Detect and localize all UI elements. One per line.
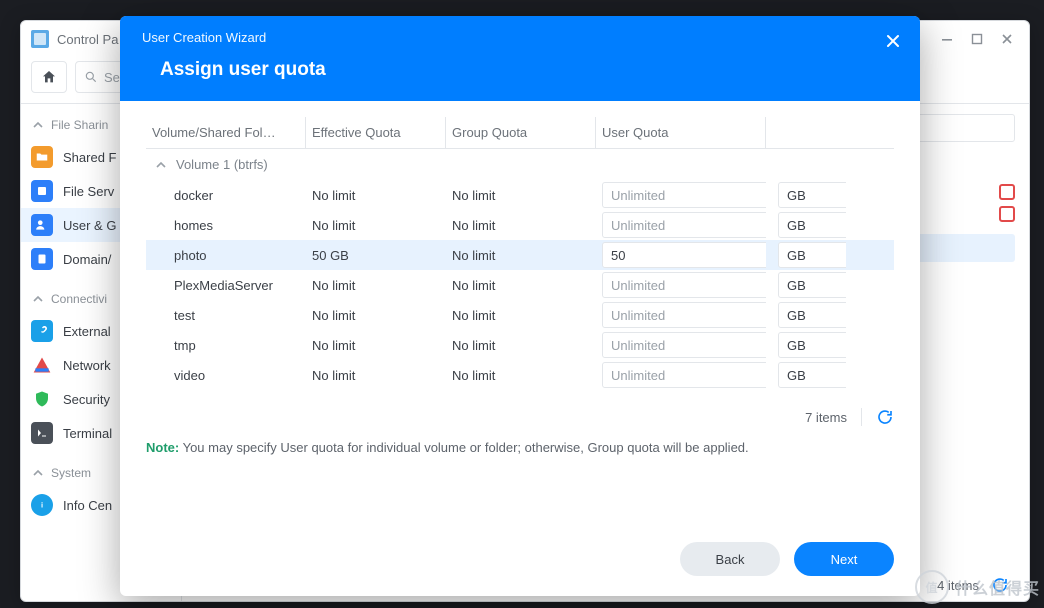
cell-folder: photo [146,248,306,263]
col-effective[interactable]: Effective Quota [306,117,446,148]
user-quota-input[interactable] [602,332,766,358]
back-button[interactable]: Back [680,542,780,576]
table-row[interactable]: dockerNo limitNo limitGB▾ [146,180,894,210]
table-header: Volume/Shared Fol… Effective Quota Group… [146,117,894,149]
volume-label: Volume 1 (btrfs) [176,157,268,172]
unit-select[interactable]: GB▾ [778,332,846,358]
cell-unit: GB▾ [766,212,846,238]
cell-effective: No limit [306,338,446,353]
cell-user [596,212,766,238]
wizard-actions: Back Next [120,524,920,596]
cell-unit: GB▾ [766,302,846,328]
note-label: Note: [146,440,179,455]
refresh-icon [876,408,894,426]
cell-effective: No limit [306,188,446,203]
cell-group: No limit [446,248,596,263]
watermark-icon: 值 [915,570,949,604]
cell-folder: test [146,308,306,323]
wizard-close-button[interactable] [880,28,906,54]
user-quota-input[interactable] [602,272,766,298]
cell-unit: GB▾ [766,182,846,208]
watermark: 值 什么值得买 [915,570,1040,604]
col-unit [766,125,846,141]
cell-unit: GB▾ [766,272,846,298]
wizard-body: Volume/Shared Fol… Effective Quota Group… [120,101,920,524]
unit-select[interactable]: GB▾ [778,182,846,208]
cell-effective: 50 GB [306,248,446,263]
cell-unit: GB▾ [766,362,846,388]
quota-note: Note: You may specify User quota for ind… [146,440,894,455]
quota-table: Volume/Shared Fol… Effective Quota Group… [146,117,894,390]
col-user[interactable]: User Quota [596,117,766,148]
watermark-text: 什么值得买 [955,575,1040,599]
table-row[interactable]: testNo limitNo limitGB▾ [146,300,894,330]
wizard-header: User Creation Wizard Assign user quota [120,16,920,101]
unit-select[interactable]: GB▾ [778,302,846,328]
unit-select[interactable]: GB▾ [778,212,846,238]
wizard-title: User Creation Wizard [142,30,898,45]
cell-unit: GB▾ [766,242,846,268]
cell-folder: homes [146,218,306,233]
user-quota-input[interactable] [602,242,766,268]
wizard-step-title: Assign user quota [160,59,898,81]
table-row[interactable]: videoNo limitNo limitGB▾ [146,360,894,390]
cell-effective: No limit [306,218,446,233]
unit-select[interactable]: GB▾ [778,272,846,298]
col-folder[interactable]: Volume/Shared Fol… [146,117,306,148]
table-footer: 7 items [146,408,894,426]
unit-select[interactable]: GB▾ [778,362,846,388]
chevron-up-icon [156,160,166,170]
table-body: dockerNo limitNo limitGB▾homesNo limitNo… [146,180,894,390]
cell-folder: PlexMediaServer [146,278,306,293]
user-quota-input[interactable] [602,182,766,208]
user-creation-wizard: User Creation Wizard Assign user quota V… [120,16,920,596]
cell-user [596,272,766,298]
cell-effective: No limit [306,368,446,383]
table-row[interactable]: homesNo limitNo limitGB▾ [146,210,894,240]
refresh-button[interactable] [861,408,894,426]
cell-user [596,332,766,358]
cell-folder: video [146,368,306,383]
cell-group: No limit [446,218,596,233]
note-text: You may specify User quota for individua… [179,440,748,455]
table-row[interactable]: tmpNo limitNo limitGB▾ [146,330,894,360]
cell-group: No limit [446,338,596,353]
cell-user [596,362,766,388]
cell-effective: No limit [306,278,446,293]
item-count: 7 items [805,410,847,425]
cell-user [596,242,766,268]
cell-user [596,302,766,328]
cell-group: No limit [446,368,596,383]
user-quota-input[interactable] [602,362,766,388]
modal-overlay: User Creation Wizard Assign user quota V… [0,0,1044,608]
cell-folder: tmp [146,338,306,353]
next-button[interactable]: Next [794,542,894,576]
volume-group-row[interactable]: Volume 1 (btrfs) [146,149,894,180]
user-quota-input[interactable] [602,302,766,328]
col-group[interactable]: Group Quota [446,117,596,148]
table-row[interactable]: PlexMediaServerNo limitNo limitGB▾ [146,270,894,300]
cell-group: No limit [446,278,596,293]
cell-group: No limit [446,188,596,203]
cell-user [596,182,766,208]
cell-effective: No limit [306,308,446,323]
table-row[interactable]: photo50 GBNo limit GB▾ [146,240,894,270]
unit-select[interactable]: GB▾ [778,242,846,268]
cell-group: No limit [446,308,596,323]
close-icon [886,34,900,48]
user-quota-input[interactable] [602,212,766,238]
cell-folder: docker [146,188,306,203]
cell-unit: GB▾ [766,332,846,358]
